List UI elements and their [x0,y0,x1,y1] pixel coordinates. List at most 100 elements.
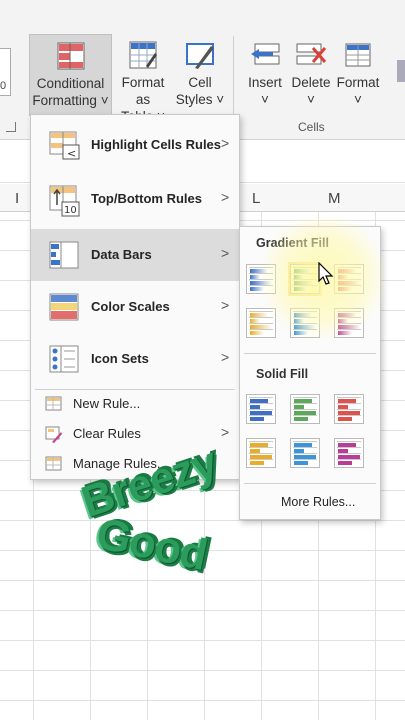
gradient-data-bar-option[interactable] [290,308,320,338]
color-scales-label: Color Scales [91,299,170,314]
chevron-right-icon: > [221,135,230,151]
conditional-formatting-label-1: Conditional [36,76,105,91]
chevron-right-icon: > [221,189,230,205]
swatch-bar [250,399,268,403]
dialog-launcher-icon[interactable] [6,122,16,132]
menu-item-clear-rules[interactable]: Clear Rules > [31,419,239,449]
svg-text:10: 10 [64,205,77,216]
chevron-right-icon: > [221,349,230,365]
swatch-bar [294,319,304,323]
new-rule-icon [45,396,62,411]
swatch-bar [294,275,304,279]
swatch-bar [294,455,316,459]
solid-data-bar-option[interactable] [290,438,320,468]
insert-cells-icon [251,43,280,65]
delete-label-1: Delete [291,75,331,90]
menu-item-manage-rules[interactable]: Manage Rules... [31,449,239,479]
swatch-bar [294,411,316,415]
highlight-cells-rules-label: Highlight Cells Rules [91,137,222,152]
swatch-bar [338,325,360,329]
gradient-fill-heading: Gradient Fill [256,236,329,250]
cell-styles-button[interactable]: Cell Styles ˅ [174,34,226,108]
swatch-bar [294,417,308,421]
menu-item-top-bottom-rules[interactable]: 10 Top/Bottom Rules > [31,173,239,225]
icon-sets-icon [49,345,79,373]
swatch-bar [338,287,352,291]
solid-data-bar-option[interactable] [334,438,364,468]
solid-fill-heading: Solid Fill [256,367,309,381]
clear-rules-icon [45,426,62,443]
swatch-bar [294,313,312,317]
gradient-data-bar-option[interactable] [246,308,276,338]
menu-item-data-bars[interactable]: Data Bars > [31,229,239,281]
menu-item-highlight-cells-rules[interactable]: < Highlight Cells Rules > [31,119,239,171]
menu-item-color-scales[interactable]: Color Scales > [31,281,239,333]
more-rules-link[interactable]: More Rules... [281,495,355,509]
insert-button[interactable]: Insert ˅ [245,34,285,108]
data-bars-icon [49,241,79,269]
column-header-m[interactable]: M [328,190,341,207]
conditional-formatting-button[interactable]: Conditional Formatting ˅ [29,34,112,116]
solid-data-bar-option[interactable] [246,438,276,468]
top-bottom-rules-label: Top/Bottom Rules [91,191,202,206]
gradient-data-bar-option[interactable] [334,308,364,338]
column-header-l[interactable]: L [252,190,260,207]
swatch-bar [250,455,272,459]
format-as-table-icon [129,41,157,69]
insert-label-2: ˅ [261,92,269,107]
swatch-bar [250,461,264,465]
cells-group-label: Cells [298,120,325,134]
insert-label-1: Insert [248,75,282,90]
chevron-right-icon: > [221,245,230,261]
column-header-i[interactable]: I [15,190,19,207]
swatch-bar [338,331,352,335]
solid-data-bar-option[interactable] [334,394,364,424]
format-as-table-label-1: Format as [121,75,165,107]
gradient-data-bar-option[interactable] [334,264,364,294]
gradient-data-bar-option[interactable] [288,262,322,296]
new-rule-label: New Rule... [73,396,141,411]
submenu-separator [244,483,376,484]
swatch-bar [294,331,308,335]
format-as-table-button[interactable]: Format as Table ˅ [113,34,173,125]
solid-data-bar-option[interactable] [246,394,276,424]
format-button[interactable]: Format ˅ [336,34,380,108]
data-bars-label: Data Bars [91,247,152,262]
swatch-bar [250,411,272,415]
swatch-bar [250,325,272,329]
swatch-bar [250,331,264,335]
swatch-bar [338,319,348,323]
swatch-bar [250,281,272,285]
gradient-data-bar-option[interactable] [246,264,276,294]
svg-text:<: < [67,147,76,160]
delete-button[interactable]: Delete ˅ [291,34,331,108]
menu-item-new-rule[interactable]: New Rule... [31,389,239,419]
swatch-bar [250,313,268,317]
manage-rules-label: Manage Rules... [73,456,168,471]
cell-styles-label-1: Cell [188,75,212,90]
swatch-bar [294,405,304,409]
cell-styles-icon [186,43,214,69]
swatch-bar [338,405,348,409]
cell-styles-label-2: Styles ˅ [175,92,225,107]
manage-rules-icon [45,456,62,471]
ribbon-right-control[interactable] [397,60,405,82]
swatch-bar [294,281,316,285]
solid-data-bar-option[interactable] [290,394,320,424]
swatch-bar [294,443,312,447]
swatch-bar [294,449,304,453]
swatch-bar [250,443,268,447]
format-cells-icon [345,43,371,67]
submenu-separator [244,353,376,354]
swatch-bar [294,325,316,329]
swatch-bar [338,269,356,273]
swatch-bar [338,313,356,317]
icon-sets-label: Icon Sets [91,351,149,366]
color-scales-icon [49,293,79,321]
menu-item-icon-sets[interactable]: Icon Sets > [31,333,239,385]
conditional-formatting-icon [57,42,84,70]
conditional-formatting-menu: < Highlight Cells Rules > 10 Top/Bottom … [30,114,240,480]
swatch-bar [338,411,360,415]
swatch-bar [338,449,348,453]
top-bottom-icon: 10 [49,185,80,217]
